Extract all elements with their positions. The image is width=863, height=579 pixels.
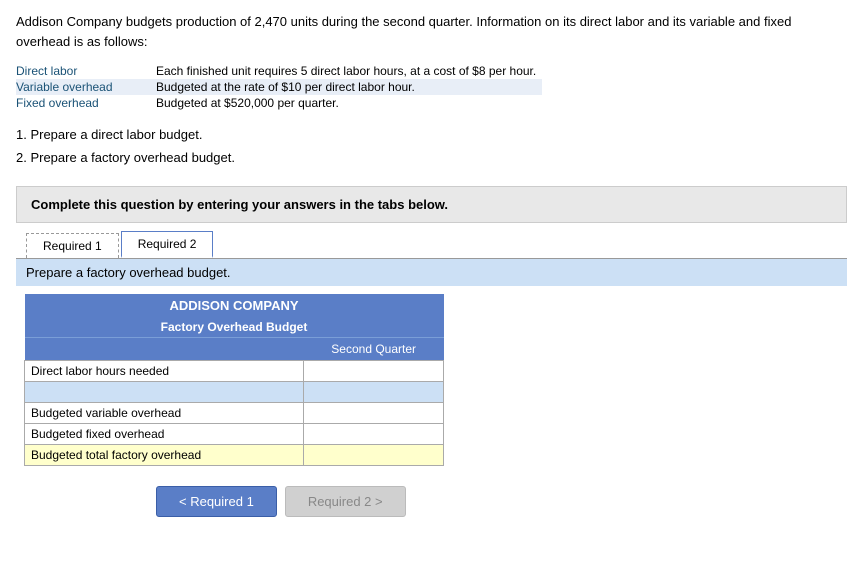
task-1: 1. Prepare a direct labor budget. [16,123,847,146]
row-input-1[interactable] [304,381,444,402]
info-label-2: Fixed overhead [16,95,156,111]
col-header-second-quarter: Second Quarter [304,337,444,360]
nav-btn-0[interactable]: < Required 1 [156,486,277,517]
tab-content-label: Prepare a factory overhead budget. [16,259,847,286]
nav-buttons: < Required 1 Required 2 > [156,486,847,517]
budget-table-wrapper: ADDISON COMPANYFactory Overhead BudgetSe… [24,294,444,466]
input-field-3[interactable] [310,427,437,441]
intro-text: Addison Company budgets production of 2,… [16,12,847,51]
info-desc-0: Each finished unit requires 5 direct lab… [156,63,542,79]
row-input-3[interactable] [304,423,444,444]
table-title: Factory Overhead Budget [25,317,444,338]
row-input-4[interactable] [304,444,444,465]
info-desc-1: Budgeted at the rate of $10 per direct l… [156,79,542,95]
nav-btn-1: Required 2 > [285,486,406,517]
row-label-3: Budgeted fixed overhead [25,423,304,444]
row-label-2: Budgeted variable overhead [25,402,304,423]
input-field-4[interactable] [310,448,437,462]
col-header-empty [25,337,304,360]
tasks-list: 1. Prepare a direct labor budget. 2. Pre… [16,123,847,170]
tabs-area: Required 1 Required 2 [16,223,847,259]
info-table: Direct laborEach finished unit requires … [16,63,542,111]
task-2: 2. Prepare a factory overhead budget. [16,146,847,169]
row-input-0[interactable] [304,360,444,381]
info-label-1: Variable overhead [16,79,156,95]
info-desc-2: Budgeted at $520,000 per quarter. [156,95,542,111]
company-name: ADDISON COMPANY [25,294,444,317]
row-label-0: Direct labor hours needed [25,360,304,381]
input-field-0[interactable] [310,364,437,378]
input-field-2[interactable] [310,406,437,420]
instruction-box: Complete this question by entering your … [16,186,847,223]
tab-required-1[interactable]: Required 1 [26,233,119,258]
info-label-0: Direct labor [16,63,156,79]
tab-required-2[interactable]: Required 2 [121,231,214,258]
row-label-4: Budgeted total factory overhead [25,444,304,465]
budget-table: ADDISON COMPANYFactory Overhead BudgetSe… [24,294,444,466]
row-label-1 [25,381,304,402]
input-field-1[interactable] [310,385,437,399]
row-input-2[interactable] [304,402,444,423]
